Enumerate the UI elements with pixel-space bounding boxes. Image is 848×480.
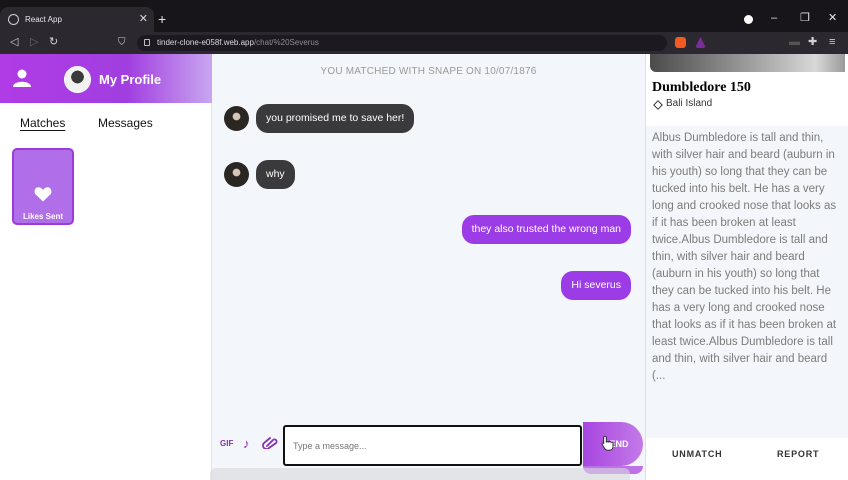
- sender-avatar[interactable]: [224, 162, 249, 187]
- music-icon[interactable]: ♪: [243, 436, 250, 451]
- message-bubble-outgoing: Hi severus: [561, 271, 631, 300]
- profile-location: Bali Island: [666, 98, 713, 109]
- back-icon[interactable]: ◁: [10, 36, 18, 49]
- browser-tab[interactable]: React App ✕: [0, 7, 154, 32]
- reload-icon[interactable]: ↻: [49, 36, 58, 49]
- tab-title: React App: [25, 15, 62, 24]
- browser-tab-bar: React App ✕ + – ❐ ✕: [0, 0, 848, 32]
- browser-profile-icon[interactable]: [744, 15, 753, 24]
- message-bubble-incoming: why: [256, 160, 295, 189]
- sidebar: My Profile Matches Messages Likes Sent: [0, 54, 212, 480]
- forward-icon[interactable]: ▷: [30, 36, 38, 49]
- menu-icon[interactable]: ≡: [829, 36, 835, 49]
- message-bubble-outgoing: they also trusted the wrong man: [461, 215, 631, 244]
- sender-avatar[interactable]: [224, 106, 249, 131]
- chat-area: YOU MATCHED WITH SNAPE ON 10/07/1876 you…: [212, 54, 645, 480]
- match-profile-panel: Dumbledore 150 Bali Island Albus Dumbled…: [645, 54, 848, 480]
- my-profile-title[interactable]: My Profile: [99, 72, 161, 87]
- address-bar[interactable]: tinder-clone-e058f.web.app/chat/%20Sever…: [137, 35, 667, 51]
- profile-photo[interactable]: [650, 54, 845, 72]
- match-notice: YOU MATCHED WITH SNAPE ON 10/07/1876: [320, 66, 537, 77]
- location-icon: [653, 100, 663, 110]
- likes-sent-card[interactable]: Likes Sent: [12, 148, 74, 225]
- profile-bio: Albus Dumbledore is tall and thin, with …: [652, 132, 837, 382]
- restore-icon[interactable]: ❐: [800, 12, 810, 24]
- lock-icon: [144, 39, 150, 46]
- profile-name: Dumbledore 150: [652, 80, 751, 95]
- message-input[interactable]: [283, 425, 582, 466]
- message-bubble-incoming: you promised me to save her!: [256, 104, 415, 133]
- browser-toolbar: ◁ ▷ ↻ ⛉ tinder-clone-e058f.web.app/chat/…: [0, 32, 848, 54]
- unmatch-button[interactable]: UNMATCH: [672, 449, 722, 459]
- bookmark-icon[interactable]: ⛉: [118, 36, 126, 49]
- extension-icon[interactable]: ▬: [789, 36, 800, 49]
- tab-matches[interactable]: Matches: [20, 116, 65, 130]
- scroll-edge: [210, 468, 630, 480]
- gif-icon[interactable]: GIF: [220, 439, 233, 448]
- report-button[interactable]: REPORT: [777, 449, 819, 459]
- avatar[interactable]: [64, 66, 91, 93]
- brave-shield-icon[interactable]: [675, 37, 686, 48]
- url-text: tinder-clone-e058f.web.app/chat/%20Sever…: [157, 38, 319, 47]
- globe-icon: [8, 14, 19, 25]
- tab-messages[interactable]: Messages: [98, 116, 153, 130]
- rewards-icon[interactable]: [695, 37, 706, 48]
- heart-icon: [34, 187, 52, 202]
- puzzle-icon[interactable]: ✚: [808, 36, 817, 49]
- user-icon[interactable]: [12, 69, 32, 87]
- close-window-icon[interactable]: ✕: [828, 12, 837, 24]
- profile-header[interactable]: My Profile: [0, 54, 212, 103]
- bio-container[interactable]: Albus Dumbledore is tall and thin, with …: [646, 126, 848, 438]
- close-tab-icon[interactable]: ✕: [139, 14, 148, 25]
- hand-cursor-icon: [601, 435, 614, 451]
- likes-sent-label: Likes Sent: [22, 212, 63, 221]
- new-tab-icon[interactable]: +: [158, 12, 166, 26]
- minimize-icon[interactable]: –: [771, 12, 777, 24]
- paperclip-icon[interactable]: [262, 437, 278, 449]
- panel-actions: UNMATCH REPORT: [646, 438, 848, 478]
